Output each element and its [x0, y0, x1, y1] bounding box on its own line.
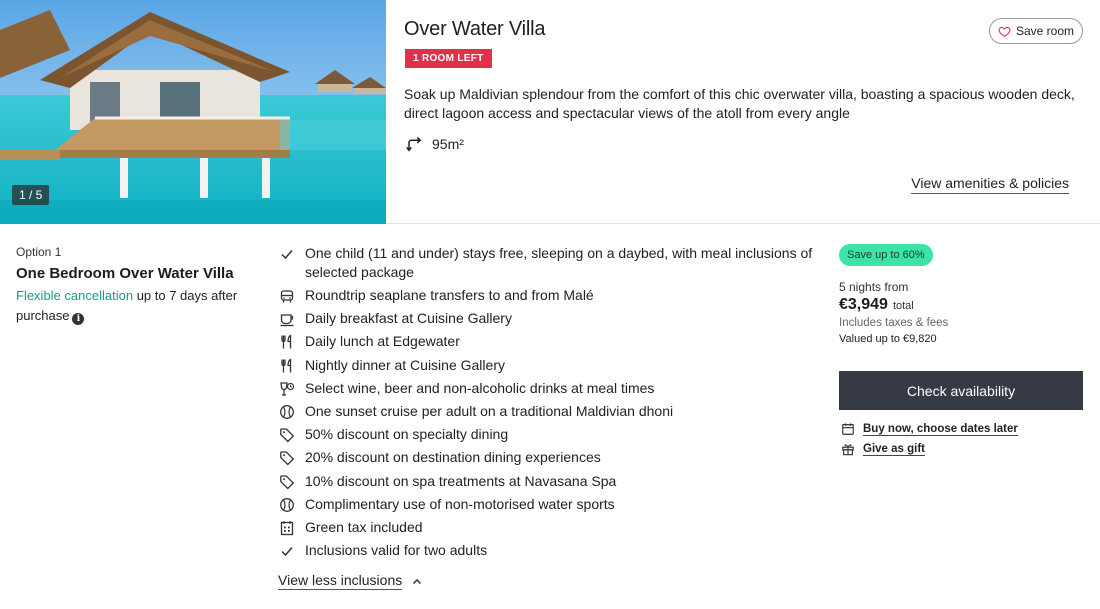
drinks-icon: [278, 380, 296, 398]
inclusion-text: Daily lunch at Edgewater: [305, 333, 460, 350]
inclusion-item: Inclusions valid for two adults: [278, 541, 818, 564]
breakfast-icon: [278, 310, 296, 328]
inclusion-item: Green tax included: [278, 518, 818, 541]
inclusion-text: Daily breakfast at Cuisine Gallery: [305, 310, 512, 327]
save-room-label: Save room: [1015, 24, 1075, 38]
inclusion-item: Daily lunch at Edgewater: [278, 332, 818, 355]
inclusion-text: One child (11 and under) stays free, sle…: [305, 245, 813, 280]
check-icon: [278, 245, 296, 263]
chevron-up-icon: [413, 578, 422, 584]
give-as-gift-link[interactable]: Give as gift: [841, 442, 925, 456]
tag-icon: [278, 426, 296, 444]
inclusion-item: Nightly dinner at Cuisine Gallery: [278, 356, 818, 379]
inclusion-item: 50% discount on specialty dining: [278, 425, 818, 448]
activity-icon: [278, 403, 296, 421]
calendar-icon: [842, 423, 854, 435]
view-amenities-link[interactable]: View amenities & policies: [911, 175, 1069, 194]
inclusion-text: Complimentary use of non-motorised water…: [305, 495, 615, 512]
inclusion-text: 10% discount on spa treatments at Navasa…: [305, 472, 617, 489]
option-label: Option 1: [16, 245, 62, 259]
room-photo[interactable]: 1 / 5: [0, 0, 386, 224]
villa-illustration: [0, 0, 386, 224]
rooms-left-badge: 1 ROOM LEFT: [405, 49, 492, 68]
give-as-gift-label: Give as gift: [863, 442, 925, 456]
inclusion-text: One sunset cruise per adult on a traditi…: [305, 402, 674, 419]
flexible-cancellation-link[interactable]: Flexible cancellation: [16, 288, 133, 303]
buy-now-label: Buy now, choose dates later: [863, 422, 1018, 436]
inclusion-item: Complimentary use of non-motorised water…: [278, 495, 818, 518]
inclusion-text: Roundtrip seaplane transfers to and from…: [305, 287, 594, 303]
inclusion-item: Daily breakfast at Cuisine Gallery: [278, 309, 818, 332]
check-icon: [278, 542, 296, 560]
taxes-note: Includes taxes & fees: [839, 317, 949, 329]
image-counter: 1 / 5: [12, 185, 50, 205]
cancellation-policy: Flexible cancellation up to 7 days after…: [16, 286, 246, 325]
heart-icon: [998, 26, 1011, 37]
cutlery-icon: [278, 357, 296, 375]
size-arrows-icon: [406, 137, 422, 152]
inclusion-text: Green tax included: [305, 518, 423, 535]
inclusion-text: 50% discount on specialty dining: [305, 426, 509, 443]
tag-icon: [278, 449, 296, 467]
room-header: 1 / 5 Over Water Villa 1 ROOM LEFT Save …: [0, 0, 1100, 224]
tag-icon: [278, 473, 296, 491]
savings-badge: Save up to 60%: [839, 244, 933, 266]
valued-up-to: Valued up to €9,820: [839, 333, 937, 345]
room-size: 95m²: [406, 136, 464, 152]
view-less-inclusions-link[interactable]: View less inclusions: [278, 572, 422, 590]
room-description: Soak up Maldivian splendour from the com…: [404, 86, 1075, 121]
inclusion-item: Select wine, beer and non-alcoholic drin…: [278, 379, 818, 402]
gift-icon: [842, 444, 854, 456]
cutlery-icon: [278, 333, 296, 351]
save-room-button[interactable]: Save room: [989, 18, 1083, 44]
inclusion-item: One sunset cruise per adult on a traditi…: [278, 402, 818, 425]
view-less-label: View less inclusions: [278, 572, 403, 590]
option-name: One Bedroom Over Water Villa: [16, 265, 234, 282]
inclusions-list: One child (11 and under) stays free, sle…: [278, 244, 818, 564]
transfer-icon: [278, 287, 296, 305]
inclusion-text: 20% discount on destination dining exper…: [305, 449, 601, 466]
price-total-label: total: [892, 300, 914, 312]
room-title: Over Water Villa: [404, 18, 546, 40]
inclusion-text: Nightly dinner at Cuisine Gallery: [305, 356, 505, 373]
info-icon[interactable]: i: [72, 312, 85, 325]
inclusion-text: Select wine, beer and non-alcoholic drin…: [305, 379, 655, 396]
inclusion-text: Inclusions valid for two adults: [305, 542, 488, 559]
price-value: €3,949: [839, 296, 888, 313]
check-availability-button[interactable]: Check availability: [839, 371, 1083, 410]
inclusion-item: 10% discount on spa treatments at Navasa…: [278, 472, 818, 495]
nights-label: 5 nights from: [839, 280, 909, 294]
buy-now-link[interactable]: Buy now, choose dates later: [841, 422, 1018, 436]
activity-icon: [278, 496, 296, 514]
inclusion-item: One child (11 and under) stays free, sle…: [278, 244, 818, 286]
inclusion-item: Roundtrip seaplane transfers to and from…: [278, 286, 818, 309]
inclusion-item: 20% discount on destination dining exper…: [278, 448, 818, 471]
room-size-value: 95m²: [432, 136, 464, 152]
price-row: €3,949 total: [839, 296, 914, 314]
tax-icon: [278, 519, 296, 537]
